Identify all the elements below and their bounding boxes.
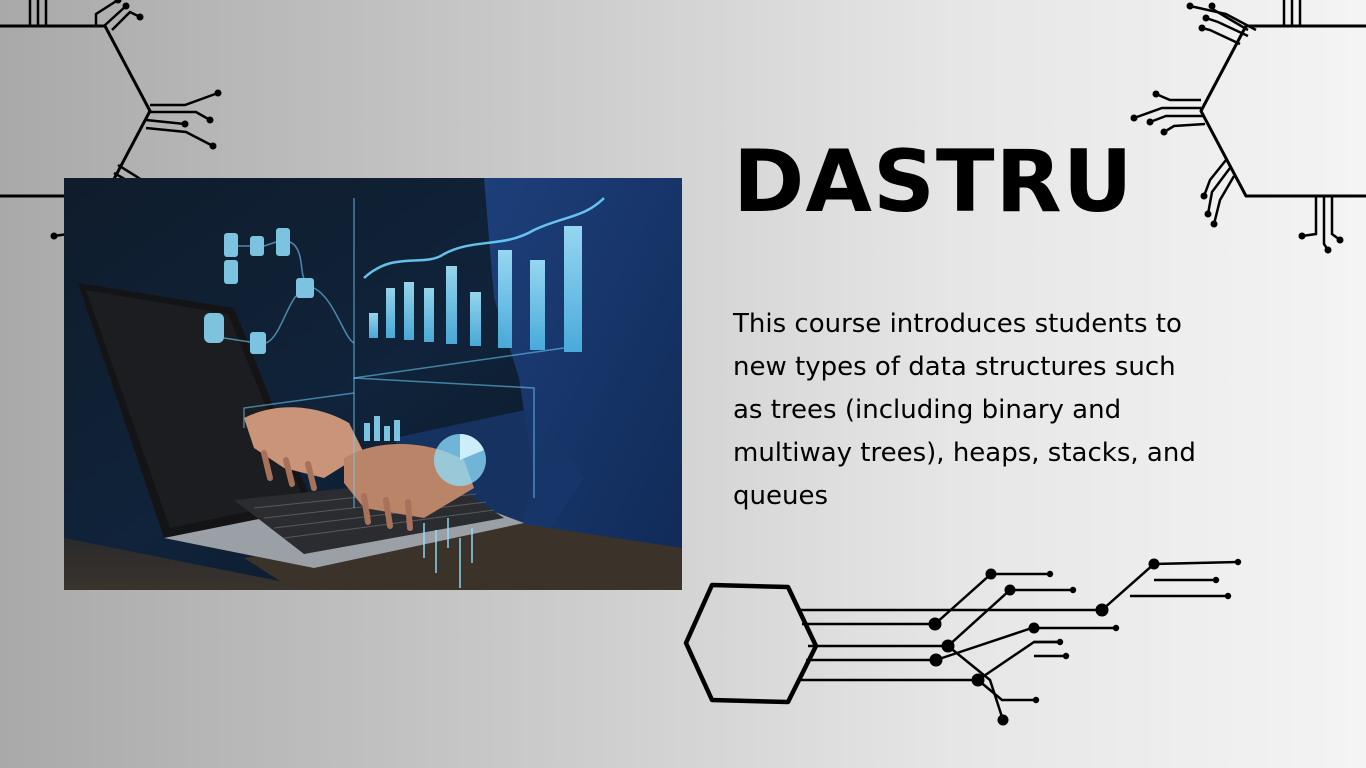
hero-photo <box>64 178 682 590</box>
hexagon-circuit-icon <box>1130 0 1366 254</box>
course-description: This course introduces students to new t… <box>733 309 1196 511</box>
hexagon-circuit-icon <box>683 558 1242 726</box>
slide-title: DASTRU <box>733 132 1134 232</box>
laptop-analytics-image <box>64 178 682 590</box>
slide: DASTRU This course introduces students t… <box>0 0 1366 768</box>
